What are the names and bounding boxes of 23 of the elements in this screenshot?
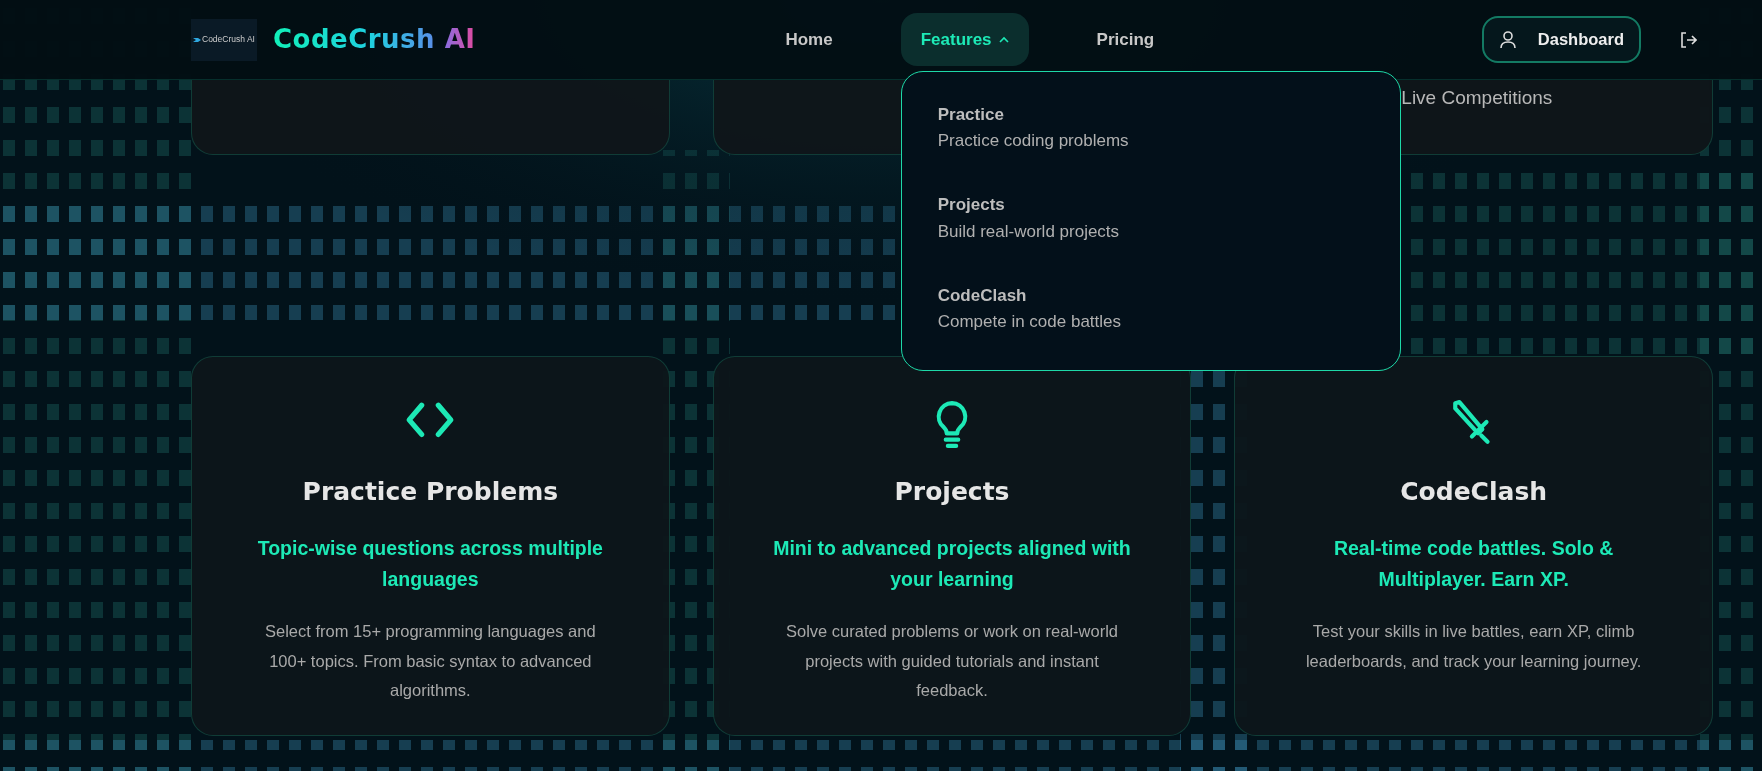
card-subtitle: Real-time code battles. Solo & Multiplayer. Earn XP.	[1332, 535, 1615, 592]
card-title: Practice Problems	[301, 476, 560, 508]
card-description: Select from 15+ programming languages and 100+ topics. From basic syntax to advanced algorithms.	[264, 620, 597, 702]
card-title: CodeClash	[1399, 476, 1549, 508]
card-title: Projects	[893, 476, 1011, 508]
menu-item[interactable]: CodeClash Compete in code battles	[937, 283, 1364, 336]
card-description: Test your skills in live battles, earn XP, climb leaderboards, and track your learning journey.	[1304, 620, 1643, 672]
arrow-icon	[193, 36, 201, 43]
caret-icon	[998, 35, 1009, 43]
user-icon	[1499, 30, 1516, 49]
menu-item[interactable]: Practice Practice coding problems	[937, 101, 1364, 155]
logo-text: CodeCrush AI	[202, 33, 255, 46]
nav-link[interactable]: Pricing	[1076, 12, 1175, 67]
nav-link[interactable]: Home	[765, 12, 853, 67]
card-subtitle: Topic-wise questions across multiple languages	[256, 535, 604, 592]
card-subtitle: Mini to advanced projects aligned with your learning	[772, 535, 1132, 592]
logout-icon[interactable]	[1679, 30, 1697, 49]
dashboard-button[interactable]: Dashboard	[1481, 16, 1641, 63]
logo[interactable]: CodeCrush AI	[191, 18, 257, 61]
card-description: Solve curated problems or work on real-world projects with guided tutorials and instant feedback.	[785, 620, 1119, 702]
menu-item[interactable]: Projects Build real-world projects	[937, 192, 1364, 246]
card-title: Live Competitions	[1401, 87, 1553, 108]
nav-link[interactable]: Features	[900, 12, 1029, 67]
